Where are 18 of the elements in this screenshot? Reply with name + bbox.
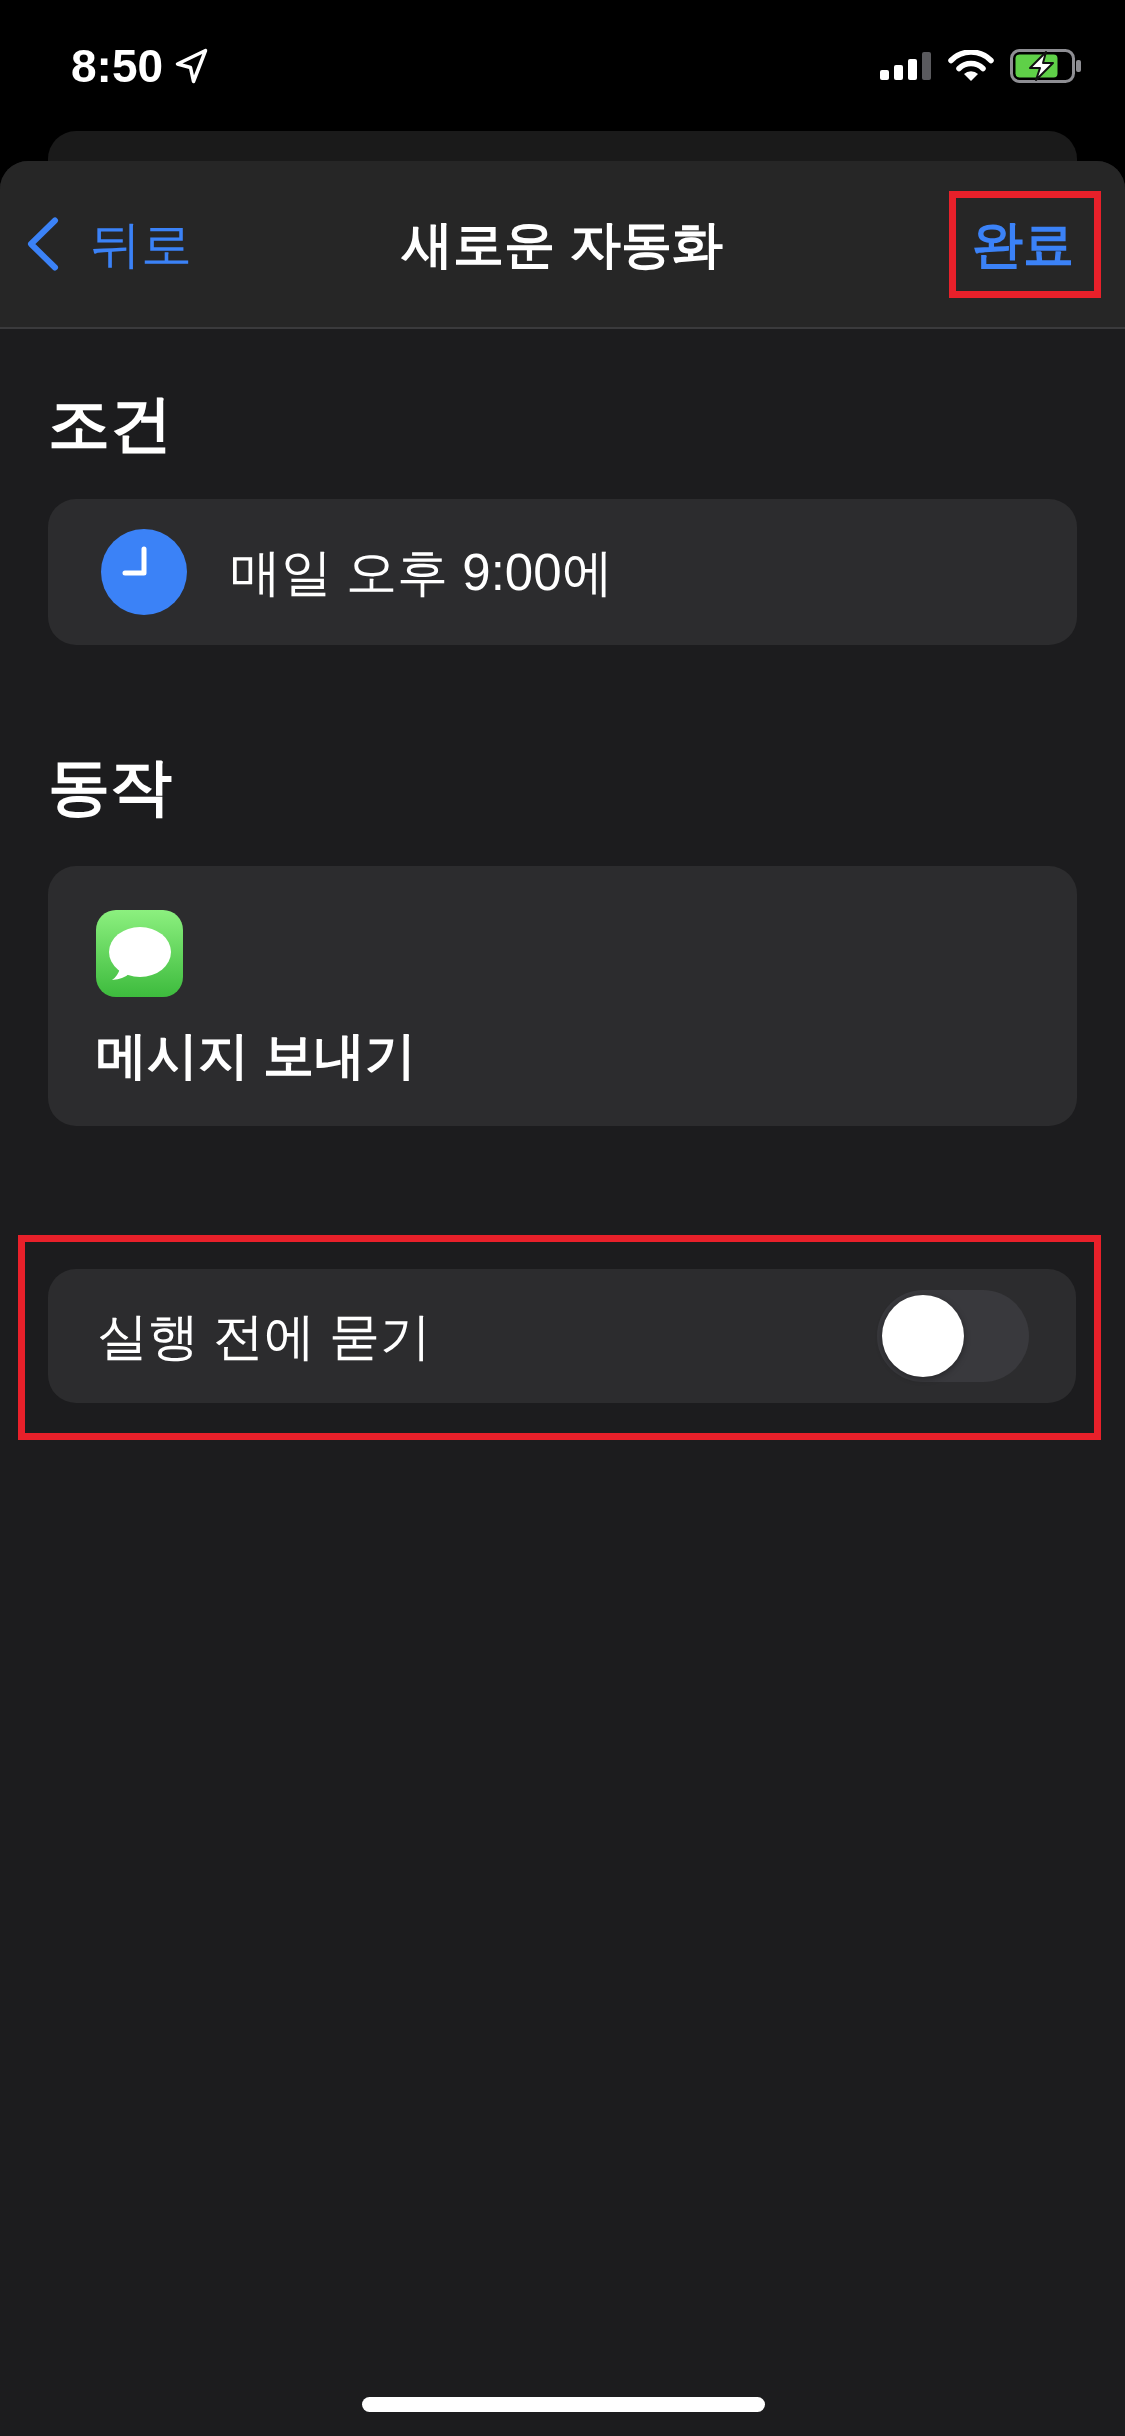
back-button[interactable]: 뒤로 [0,213,192,275]
setting-label: 실행 전에 묻기 [97,1306,432,1367]
wifi-icon [948,49,994,82]
section-heading: 동작 [48,751,173,823]
speech-bubble-app-icon [96,910,183,997]
section-heading: 조건 [48,388,173,460]
action-card[interactable]: 메시지 보내기 [48,866,1077,1126]
signal-icon [880,51,932,80]
done-button[interactable]: 완료 [972,213,1074,275]
chevron-left-icon [27,217,59,271]
trigger-card[interactable]: 매일 오후 9:00에 [48,499,1077,645]
action-title: 메시지 보내기 [96,1026,417,1086]
battery-charging-icon [1010,48,1082,83]
trigger-text: 매일 오후 9:00에 [230,542,613,603]
clock-icon [101,529,187,615]
status-time: 8:50 [71,42,164,89]
nav-title: 새로운 자동화 [402,214,723,275]
location-arrow-icon [175,47,209,84]
